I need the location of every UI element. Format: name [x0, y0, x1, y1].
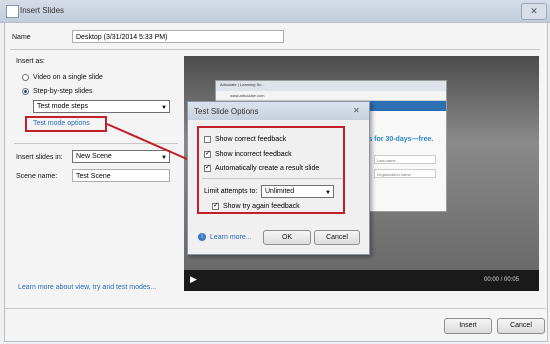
- divider: [4, 308, 546, 309]
- inner-close-button[interactable]: ✕: [353, 106, 360, 115]
- insert-button[interactable]: Insert: [444, 318, 492, 334]
- info-icon: i: [198, 233, 206, 241]
- inner-title: Test Slide Options: [194, 107, 259, 116]
- cancel-button[interactable]: Cancel: [497, 318, 545, 334]
- inner-learn-more-link[interactable]: Learn more...: [210, 234, 252, 241]
- ok-button[interactable]: OK: [263, 230, 311, 245]
- test-slide-options-dialog: Test Slide Options ✕ Show correct feedba…: [187, 101, 370, 255]
- annotation-box-options: [197, 126, 345, 214]
- inner-cancel-button[interactable]: Cancel: [314, 230, 360, 245]
